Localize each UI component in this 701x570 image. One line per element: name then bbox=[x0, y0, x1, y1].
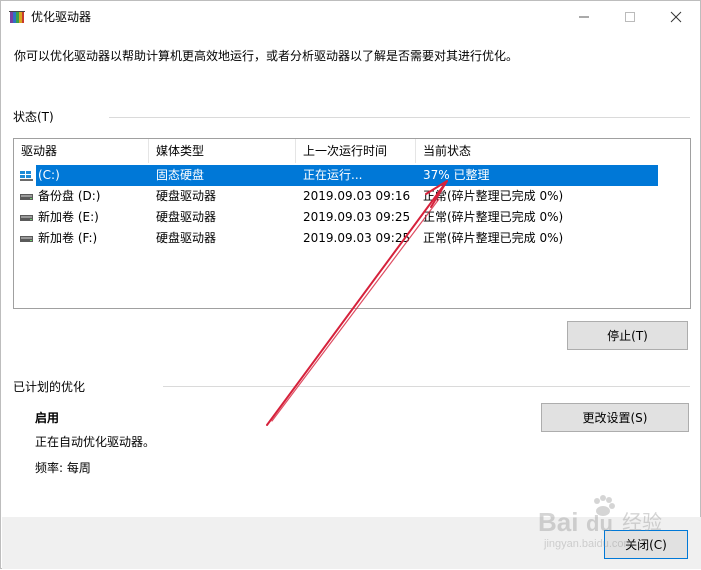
windows-drive-icon bbox=[20, 171, 33, 181]
drive-name: 新加卷 (E:) bbox=[38, 210, 99, 224]
schedule-frequency: 频率: 每周 bbox=[35, 461, 91, 475]
drive-row-d[interactable]: 备份盘 (D:) 硬盘驱动器 2019.09.03 09:16 正常(碎片整理已… bbox=[14, 186, 690, 207]
minimize-icon bbox=[579, 16, 589, 17]
hard-drive-icon bbox=[20, 215, 33, 221]
schedule-state: 启用 bbox=[35, 411, 60, 425]
baidu-watermark: Bai du 经验 jingyan.baidu.com bbox=[538, 495, 662, 550]
list-header: 驱动器 媒体类型 上一次运行时间 当前状态 bbox=[14, 139, 690, 163]
drive-name: 新加卷 (F:) bbox=[38, 231, 98, 245]
title-bar: 优化驱动器 bbox=[1, 1, 700, 32]
defrag-app-icon bbox=[9, 11, 25, 23]
intro-text: 你可以优化驱动器以帮助计算机更高效地运行，或者分析驱动器以了解是否需要对其进行优… bbox=[14, 49, 519, 63]
close-window-button[interactable] bbox=[653, 1, 699, 32]
media-type: 固态硬盘 bbox=[156, 168, 205, 182]
drive-row-c[interactable]: (C:) 固态硬盘 正在运行... 37% 已整理 bbox=[14, 165, 690, 186]
last-run: 正在运行... bbox=[303, 168, 363, 182]
column-media-type[interactable]: 媒体类型 bbox=[149, 139, 296, 163]
close-icon bbox=[670, 11, 682, 22]
window-title: 优化驱动器 bbox=[31, 10, 92, 24]
last-run: 2019.09.03 09:25 bbox=[303, 210, 411, 224]
watermark-brand-suffix: du bbox=[586, 511, 613, 536]
drive-name: 备份盘 (D:) bbox=[38, 189, 101, 203]
watermark-cn: 经验 bbox=[622, 510, 662, 534]
media-type: 硬盘驱动器 bbox=[156, 189, 217, 203]
media-type: 硬盘驱动器 bbox=[156, 210, 217, 224]
scheduled-section-label: 已计划的优化 bbox=[13, 380, 86, 394]
status-divider bbox=[109, 117, 690, 118]
drive-row-e[interactable]: 新加卷 (E:) 硬盘驱动器 2019.09.03 09:25 正常(碎片整理已… bbox=[14, 207, 690, 228]
current-status: 37% 已整理 bbox=[423, 168, 490, 182]
scheduled-divider bbox=[163, 386, 690, 387]
status-section-label: 状态(T) bbox=[13, 110, 54, 124]
current-status: 正常(碎片整理已完成 0%) bbox=[423, 231, 564, 245]
maximize-button[interactable] bbox=[607, 1, 653, 32]
optimize-drives-window: 优化驱动器 你可以优化驱动器以帮助计算机更高效地运行，或者分析驱动器以了解是否需… bbox=[0, 0, 701, 569]
maximize-icon bbox=[625, 11, 635, 22]
watermark-url: jingyan.baidu.com bbox=[543, 538, 633, 550]
drive-row-f[interactable]: 新加卷 (F:) 硬盘驱动器 2019.09.03 09:25 正常(碎片整理已… bbox=[14, 228, 690, 249]
column-drive[interactable]: 驱动器 bbox=[14, 139, 149, 163]
watermark-brand: Bai bbox=[538, 507, 578, 537]
drive-name: (C:) bbox=[38, 168, 60, 182]
minimize-button[interactable] bbox=[561, 1, 607, 32]
current-status: 正常(碎片整理已完成 0%) bbox=[423, 210, 564, 224]
hard-drive-icon bbox=[20, 236, 33, 242]
stop-button[interactable]: 停止(T) bbox=[567, 321, 688, 350]
last-run: 2019.09.03 09:25 bbox=[303, 231, 411, 245]
change-settings-button[interactable]: 更改设置(S) bbox=[541, 403, 689, 432]
last-run: 2019.09.03 09:16 bbox=[303, 189, 411, 203]
current-status: 正常(碎片整理已完成 0%) bbox=[423, 189, 564, 203]
media-type: 硬盘驱动器 bbox=[156, 231, 217, 245]
drives-list[interactable]: 驱动器 媒体类型 上一次运行时间 当前状态 (C:) 固态硬盘 正在运行... … bbox=[13, 138, 691, 309]
column-current-status[interactable]: 当前状态 bbox=[416, 139, 690, 163]
schedule-description: 正在自动优化驱动器。 bbox=[35, 435, 156, 449]
column-last-run[interactable]: 上一次运行时间 bbox=[296, 139, 416, 163]
hard-drive-icon bbox=[20, 194, 33, 200]
